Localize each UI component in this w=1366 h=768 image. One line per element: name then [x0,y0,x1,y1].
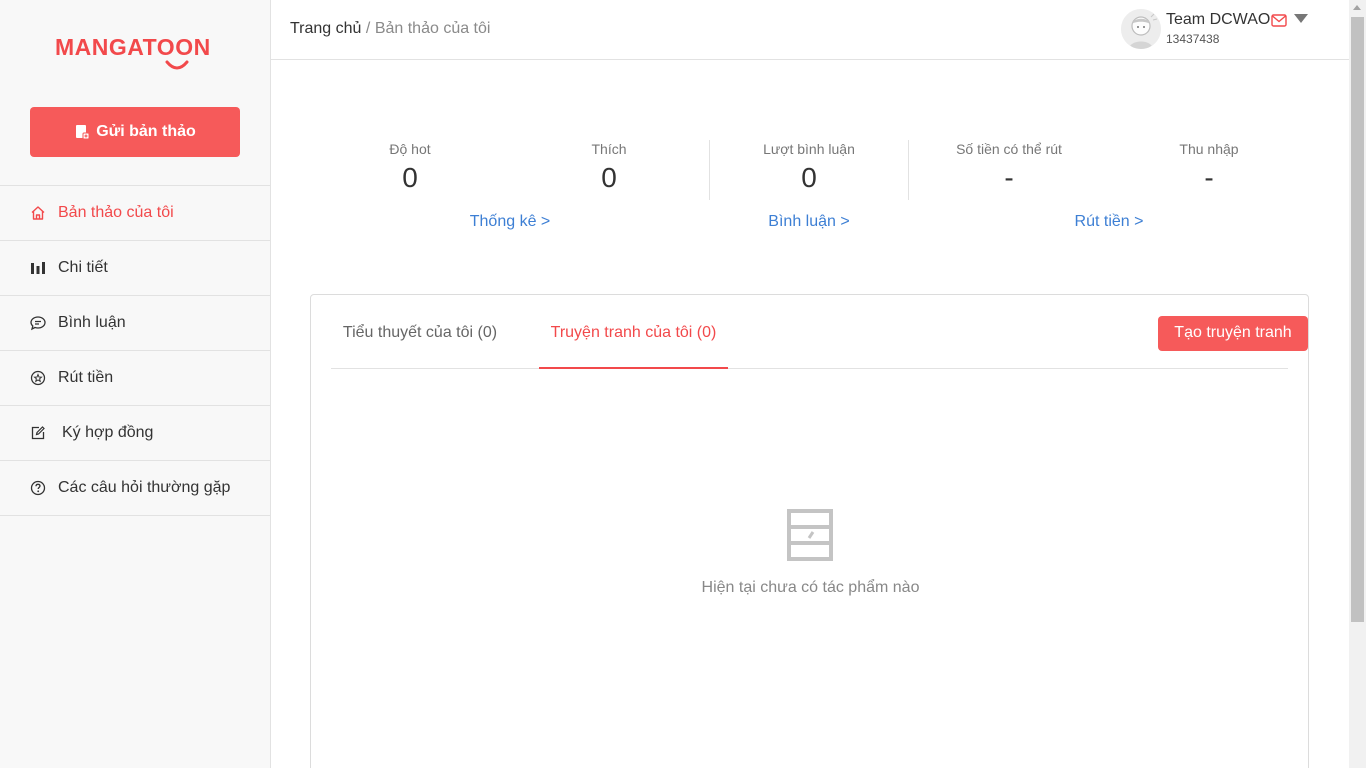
bar-chart-icon [30,260,46,276]
user-menu[interactable]: Team DCWAO 13437438 [1121,9,1308,51]
user-info: Team DCWAO 13437438 [1166,9,1270,47]
page-scrollbar[interactable] [1349,0,1366,768]
mail-icon[interactable] [1271,14,1287,27]
breadcrumb: Trang chủ / Bản thảo của tôi [290,20,490,38]
home-icon [30,205,46,221]
works-tabs: Tiểu thuyết của tôi (0) Truyện tranh của… [331,295,1308,369]
create-comic-button[interactable]: Tạo truyện tranh [1158,316,1308,351]
stat-value: - [1204,162,1214,193]
scroll-thumb[interactable] [1351,17,1364,622]
sidebar-item-label: Rút tiền [58,369,114,386]
tab-my-comics[interactable]: Truyện tranh của tôi (0) [539,295,728,369]
sidebar-item-contract[interactable]: Ký hợp đồng [0,406,270,461]
sidebar-item-comments[interactable]: Bình luận [0,296,270,351]
logo-smile-icon [165,60,189,70]
sidebar-item-label: Các câu hỏi thường gặp [58,479,231,496]
sidebar-item-details[interactable]: Chi tiết [0,241,270,296]
sidebar: MANGATOON Gửi bản thảo Bản thảo của tôi [0,0,271,768]
sidebar-item-label: Bình luận [58,314,126,331]
avatar[interactable] [1121,9,1161,49]
chevron-down-icon[interactable] [1294,14,1308,24]
breadcrumb-separator: / [365,20,371,37]
statistics-link[interactable]: Thống kê > [410,213,610,231]
sidebar-item-faq[interactable]: Các câu hỏi thường gặp [0,461,270,516]
empty-box-icon [787,509,833,561]
logo-text: MANGATOON [55,34,211,60]
submit-draft-button[interactable]: Gửi bản thảo [30,107,240,157]
sidebar-nav: Bản thảo của tôi Chi tiết Bình luận Rút … [0,185,270,516]
empty-state-text: Hiện tại chưa có tác phẩm nào [701,579,920,596]
breadcrumb-home-link[interactable]: Trang chủ [290,20,361,37]
scroll-up-icon[interactable] [1353,5,1361,10]
mangatoon-logo[interactable]: MANGATOON [55,32,215,72]
submit-draft-label: Gửi bản thảo [96,123,196,140]
top-header: Trang chủ / Bản thảo của tôi Team DCWAO … [271,0,1349,60]
withdraw-link[interactable]: Rút tiền > [1009,213,1209,231]
sidebar-item-my-drafts[interactable]: Bản thảo của tôi [0,186,270,241]
stat-label: Số tiền có thể rút [956,141,1062,157]
sidebar-item-label: Bản thảo của tôi [58,204,174,221]
stat-value: - [1004,162,1014,193]
stat-hot: Độ hot 0 [310,141,510,193]
sidebar-item-label: Chi tiết [58,259,108,276]
question-icon [30,480,46,496]
comment-icon [30,315,46,331]
user-name: Team DCWAO [1166,11,1271,28]
coin-icon [30,370,46,386]
edit-icon [30,425,46,441]
app: MANGATOON Gửi bản thảo Bản thảo của tôi [0,0,1366,768]
stat-comments: Lượt bình luận 0 [709,141,909,193]
stat-value: 0 [801,162,817,193]
stat-withdrawable: Số tiền có thể rút - [909,141,1109,193]
stat-value: 0 [402,162,418,193]
stat-value: 0 [601,162,617,193]
stat-label: Lượt bình luận [763,141,855,157]
stat-label: Thu nhập [1179,141,1239,157]
stat-label: Độ hot [389,141,431,157]
breadcrumb-current: Bản thảo của tôi [374,20,491,37]
comments-link[interactable]: Bình luận > [709,213,909,231]
works-panel: Tiểu thuyết của tôi (0) Truyện tranh của… [310,294,1309,768]
tab-my-novels[interactable]: Tiểu thuyết của tôi (0) [331,295,509,369]
stat-label: Thích [591,141,627,157]
stat-income: Thu nhập - [1109,141,1309,193]
stat-likes: Thích 0 [509,141,709,193]
sidebar-item-label: Ký hợp đồng [62,424,154,441]
user-id: 13437438 [1166,32,1220,46]
sidebar-item-withdraw[interactable]: Rút tiền [0,351,270,406]
document-add-icon [76,125,90,140]
